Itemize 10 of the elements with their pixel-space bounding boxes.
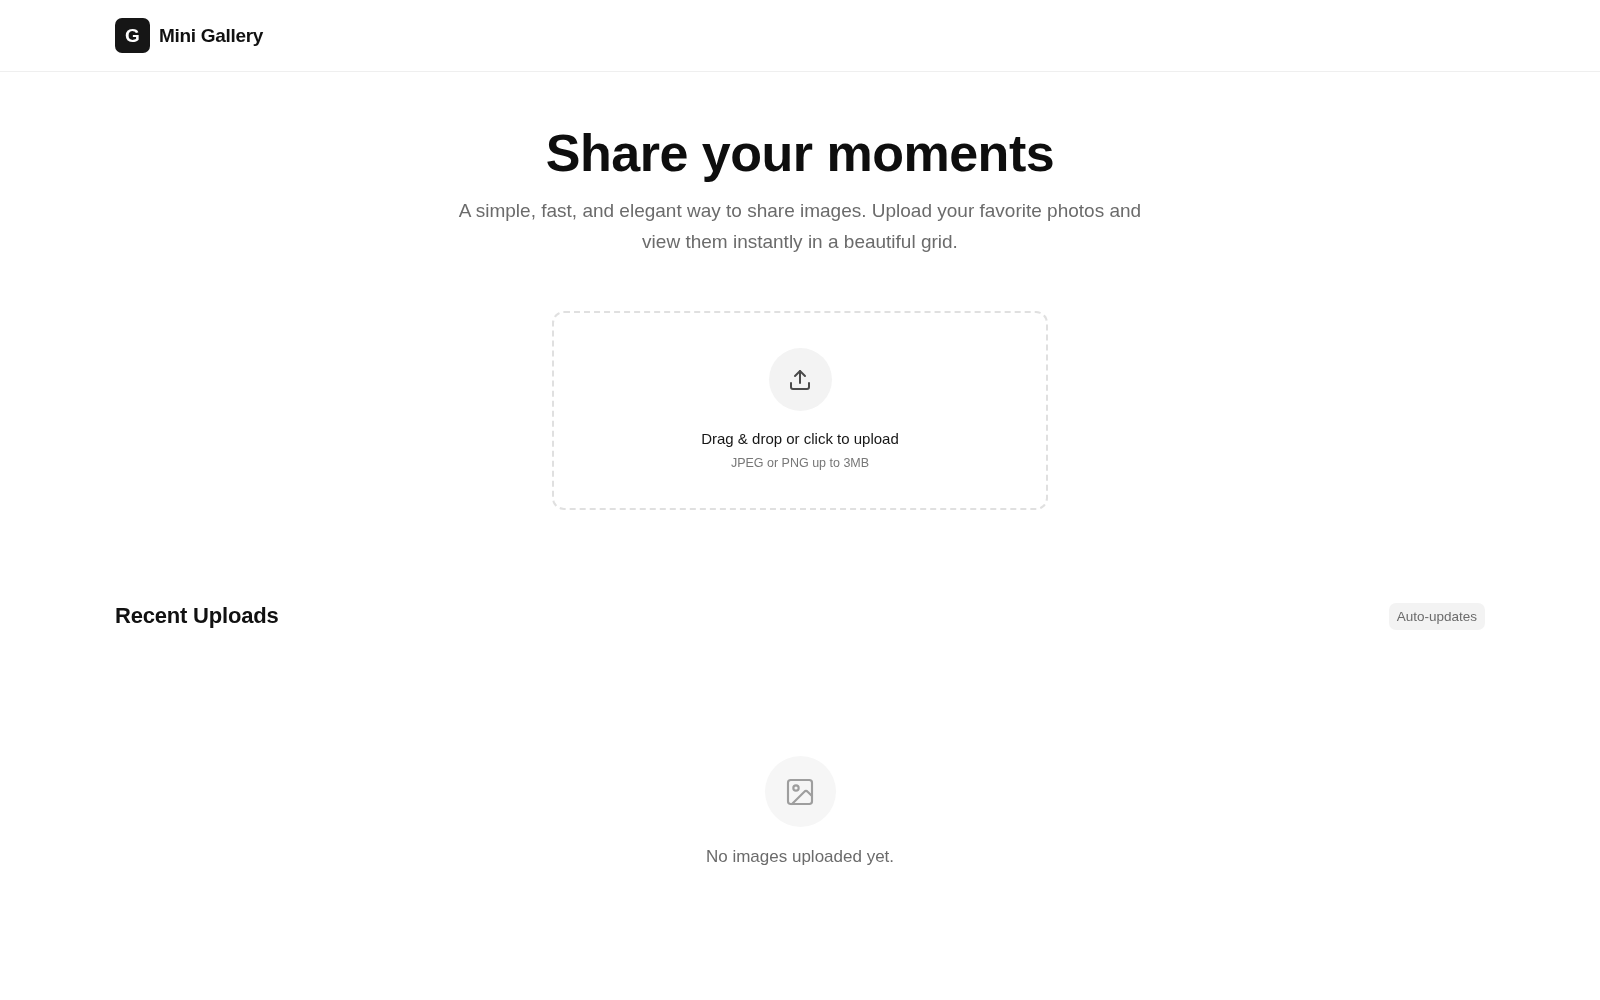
- upload-dropzone[interactable]: Drag & drop or click to upload JPEG or PNG up to 3MB: [552, 311, 1048, 510]
- logo-mark: G: [115, 18, 150, 53]
- brand-name: Mini Gallery: [159, 24, 264, 47]
- auto-updates-badge: Auto-updates: [1388, 602, 1485, 630]
- section-title: Recent Uploads: [115, 603, 279, 629]
- upload-hint: JPEG or PNG up to 3MB: [730, 455, 870, 471]
- empty-message: No images uploaded yet.: [705, 846, 895, 868]
- hero-subtitle: A simple, fast, and elegant way to share images. Upload your favorite photos and view them instantly in a beautiful grid.: [457, 199, 1143, 254]
- hero-title: Share your moments: [545, 126, 1055, 181]
- upload-title: Drag & drop or click to upload: [701, 429, 899, 449]
